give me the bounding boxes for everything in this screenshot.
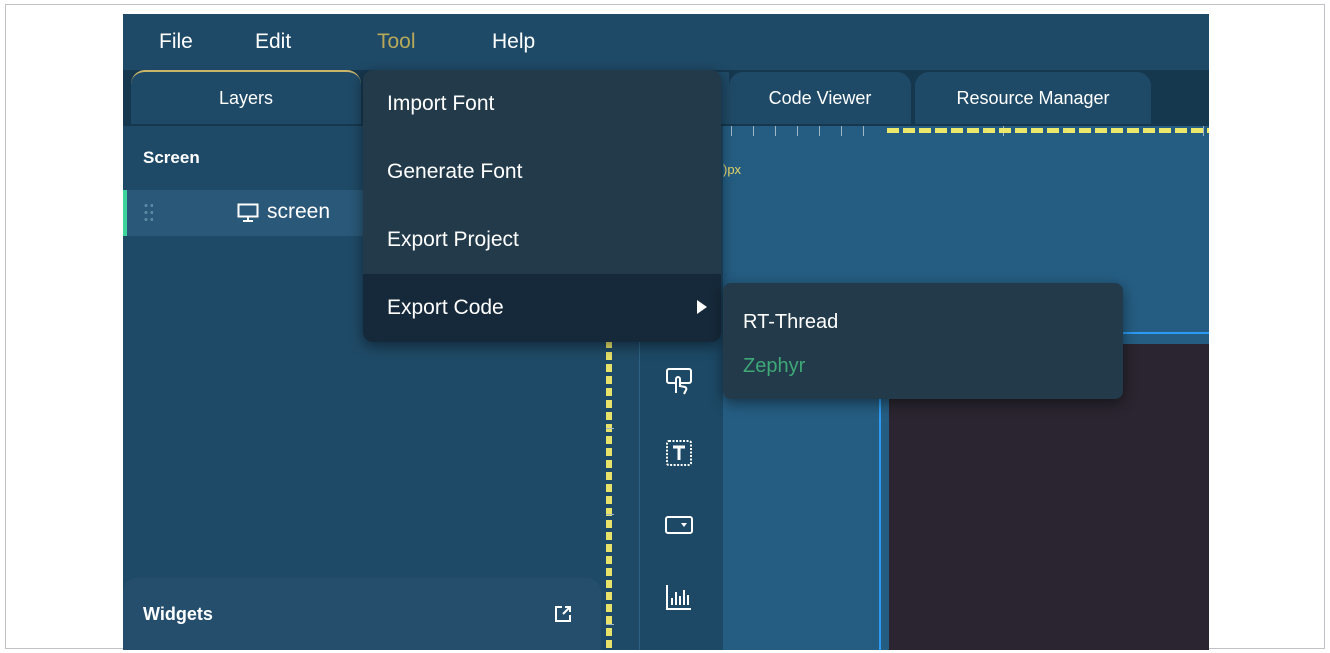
- horizontal-ruler-highlight: [887, 128, 1209, 133]
- layer-tree-item-screen[interactable]: screen: [123, 190, 363, 236]
- tab-layers[interactable]: Layers: [131, 70, 361, 124]
- ruler-tick: [606, 624, 614, 625]
- menu-bar: File Edit Tool Help: [123, 14, 1209, 70]
- ruler-tick: [841, 126, 842, 136]
- ruler-tick: [819, 126, 820, 136]
- menu-item-export-project[interactable]: Export Project: [363, 206, 721, 274]
- menu-item-import-font[interactable]: Import Font: [363, 70, 721, 138]
- menu-item-label: Generate Font: [387, 160, 523, 183]
- menu-file[interactable]: File: [159, 30, 193, 54]
- tool-menu-dropdown: Import Font Generate Font Export Project…: [363, 70, 721, 342]
- menu-item-export-code[interactable]: Export Code: [363, 274, 721, 342]
- submenu-item-zephyr[interactable]: Zephyr: [743, 355, 805, 378]
- menu-item-label: Export Code: [387, 296, 504, 319]
- popout-icon[interactable]: [553, 604, 573, 624]
- submenu-item-rt-thread[interactable]: RT-Thread: [743, 311, 838, 334]
- export-code-submenu: RT-Thread Zephyr: [723, 283, 1123, 399]
- tab-code-viewer[interactable]: Code Viewer: [729, 72, 911, 124]
- menu-edit[interactable]: Edit: [255, 30, 291, 54]
- widgets-panel-title: Widgets: [143, 604, 213, 624]
- menu-item-generate-font[interactable]: Generate Font: [363, 138, 721, 206]
- menu-tool[interactable]: Tool: [377, 30, 416, 54]
- text-icon[interactable]: [664, 438, 694, 468]
- monitor-icon: [237, 203, 259, 222]
- drag-handle-icon[interactable]: [143, 202, 153, 224]
- ruler-tick: [606, 514, 614, 515]
- widgets-panel-header: Widgets: [123, 578, 601, 650]
- tab-resource-manager[interactable]: Resource Manager: [915, 72, 1151, 124]
- ruler-tick: [606, 428, 614, 429]
- menu-help[interactable]: Help: [492, 30, 535, 54]
- menu-item-label: Export Project: [387, 228, 519, 251]
- ruler-tick: [753, 126, 754, 136]
- ruler-tick: [863, 126, 864, 136]
- layer-tree-item-label: screen: [267, 200, 331, 223]
- submenu-arrow-icon: [697, 300, 707, 314]
- canvas-size-label: )px: [723, 162, 742, 177]
- chart-icon[interactable]: [664, 582, 694, 612]
- ruler-tick: [731, 126, 732, 136]
- ruler-tick: [775, 126, 776, 136]
- dropdown-widget-icon[interactable]: [664, 510, 694, 540]
- menu-item-label: Import Font: [387, 92, 495, 115]
- ruler-tick: [797, 126, 798, 136]
- screen-section-title: Screen: [143, 148, 200, 167]
- touch-icon[interactable]: [664, 366, 694, 396]
